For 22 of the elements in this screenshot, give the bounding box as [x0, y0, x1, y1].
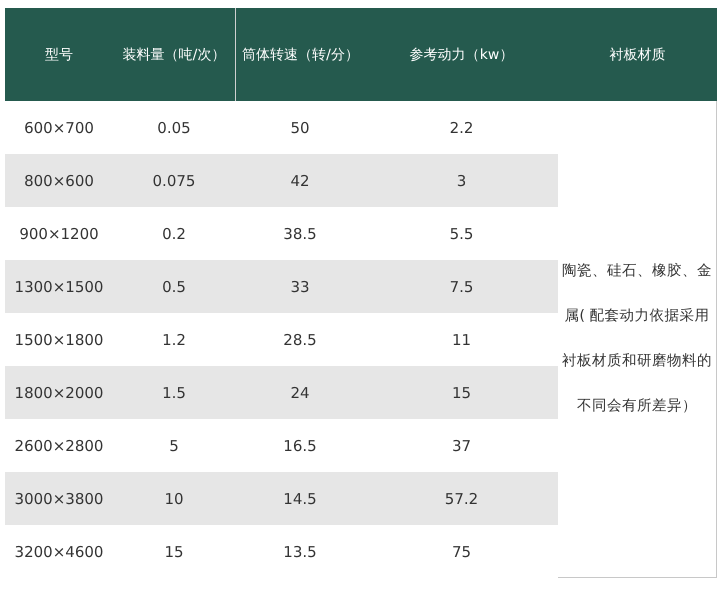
- column-header: 装料量（吨/次）: [113, 8, 235, 101]
- table-cell: 1300×1500: [5, 260, 113, 313]
- table-cell-text: 陶瓷、硅石、橡胶、金属( 配套动力依据采用衬板材质和研磨物料的不同会有所差异）: [561, 262, 713, 416]
- column-header: 参考动力（kw）: [365, 8, 558, 101]
- table-cell: 3: [365, 154, 558, 207]
- table-cell: 33: [235, 260, 365, 313]
- table-cell: 800×600: [5, 154, 113, 207]
- table-cell: 14.5: [235, 472, 365, 525]
- table-cell: 42: [235, 154, 365, 207]
- table-cell: 0.075: [113, 154, 235, 207]
- column-header: 型号: [5, 8, 113, 101]
- table-cell: 1.5: [113, 366, 235, 419]
- column-header: 筒体转速（转/分）: [235, 8, 365, 101]
- table-cell: 10: [113, 472, 235, 525]
- table-cell: 15: [365, 366, 558, 419]
- table-cell: 0.5: [113, 260, 235, 313]
- table-cell: 24: [235, 366, 365, 419]
- column-header: 衬板材质: [558, 8, 717, 101]
- table-cell: 57.2: [365, 472, 558, 525]
- table-cell: 3000×3800: [5, 472, 113, 525]
- table-cell: 1800×2000: [5, 366, 113, 419]
- table-cell: 7.5: [365, 260, 558, 313]
